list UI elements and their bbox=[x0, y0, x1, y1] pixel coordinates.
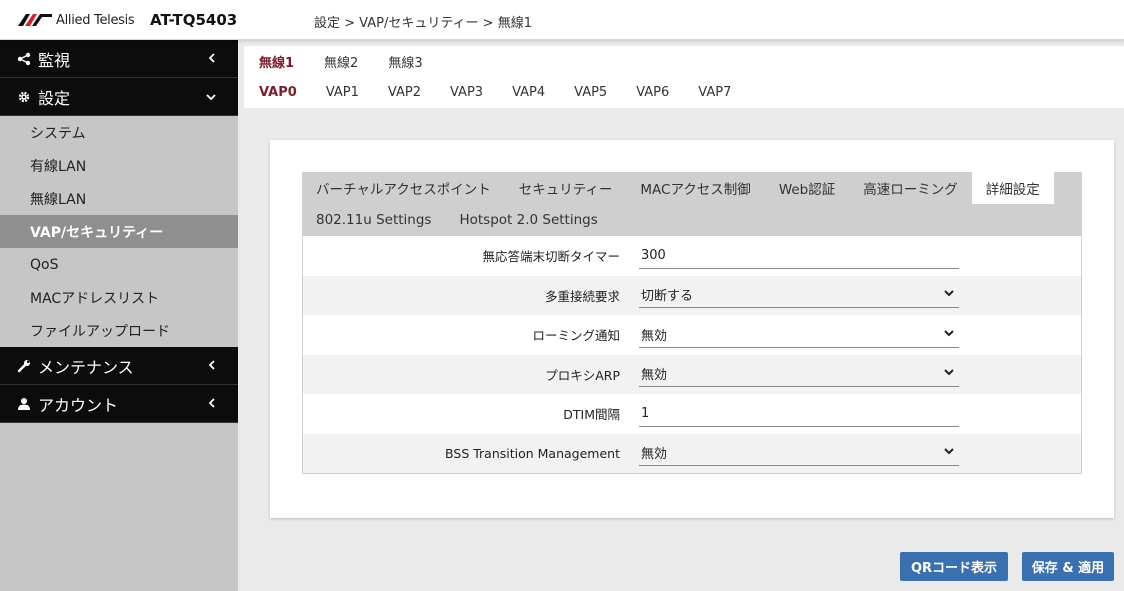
form-row-dtim-interval: DTIM間隔 1 bbox=[303, 394, 1081, 434]
tab-hotspot20-settings[interactable]: Hotspot 2.0 Settings bbox=[445, 204, 611, 236]
roaming-notify-select[interactable]: 無効 bbox=[639, 322, 959, 348]
chevron-left-icon bbox=[208, 359, 216, 373]
allied-telesis-logo-icon bbox=[18, 14, 52, 26]
wrench-icon bbox=[16, 359, 32, 373]
radio-vap-tabs: 無線1 無線2 無線3 VAP0 VAP1 VAP2 VAP3 VAP4 VAP… bbox=[244, 46, 1124, 108]
chevron-down-icon bbox=[206, 90, 216, 104]
brand-logo: Allied Telesis bbox=[18, 12, 135, 28]
tab-vap3[interactable]: VAP3 bbox=[435, 77, 497, 108]
gear-icon bbox=[16, 90, 32, 104]
user-icon bbox=[16, 397, 32, 411]
sidebar: 監視 設定 システム 有線LAN 無線LAN VAP/セキュリティー QoS M… bbox=[0, 40, 238, 591]
chevron-left-icon bbox=[208, 52, 216, 66]
sidebar-item-wireless-lan[interactable]: 無線LAN bbox=[0, 182, 238, 215]
bss-transition-select[interactable]: 無効 bbox=[639, 440, 959, 467]
sidebar-section-monitor[interactable]: 監視 bbox=[0, 40, 238, 78]
tab-radio-3[interactable]: 無線3 bbox=[373, 46, 437, 77]
chevron-left-icon bbox=[208, 397, 216, 411]
tab-fast-roaming[interactable]: 高速ローミング bbox=[849, 172, 972, 204]
app-header: Allied Telesis AT-TQ5403 設定 > VAP/セキュリティ… bbox=[0, 0, 1124, 40]
tab-radio-2[interactable]: 無線2 bbox=[309, 46, 373, 77]
tab-vap0[interactable]: VAP0 bbox=[244, 77, 311, 108]
select-value: 無効 bbox=[641, 447, 668, 463]
brand-name: Allied Telesis bbox=[56, 12, 135, 28]
tab-80211u-settings[interactable]: 802.11u Settings bbox=[302, 204, 445, 236]
form-row-multiple-connection: 多重接続要求 切断する bbox=[303, 275, 1081, 315]
sidebar-section-account[interactable]: アカウント bbox=[0, 385, 238, 423]
advanced-settings-form: 無応答端末切断タイマー 300 多重接続要求 切断する ローミング通知 無効 プ… bbox=[302, 236, 1082, 474]
settings-tabs: バーチャルアクセスポイント セキュリティー MACアクセス制御 Web認証 高速… bbox=[302, 172, 1082, 236]
device-model: AT-TQ5403 bbox=[150, 11, 238, 29]
field-label: プロキシARP bbox=[545, 367, 620, 383]
save-apply-button[interactable]: 保存 & 適用 bbox=[1022, 552, 1114, 581]
sidebar-item-qos[interactable]: QoS bbox=[0, 248, 238, 281]
sidebar-section-label: 設定 bbox=[38, 88, 71, 108]
tab-vap1[interactable]: VAP1 bbox=[311, 77, 373, 108]
sidebar-item-file-upload[interactable]: ファイルアップロード bbox=[0, 314, 238, 347]
chevron-down-icon bbox=[943, 287, 955, 303]
sidebar-section-maintenance[interactable]: メンテナンス bbox=[0, 347, 238, 385]
field-label: 無応答端末切断タイマー bbox=[482, 249, 620, 265]
select-value: 切断する bbox=[641, 289, 694, 305]
multiple-connection-select[interactable]: 切断する bbox=[639, 282, 959, 309]
field-label: ローミング通知 bbox=[532, 328, 620, 344]
qr-code-button[interactable]: QRコード表示 bbox=[900, 552, 1008, 581]
tab-vap7[interactable]: VAP7 bbox=[683, 77, 745, 108]
sidebar-item-system[interactable]: システム bbox=[0, 116, 238, 149]
tab-vap5[interactable]: VAP5 bbox=[559, 77, 621, 108]
field-label: BSS Transition Management bbox=[445, 445, 620, 461]
chevron-down-icon bbox=[943, 366, 955, 382]
tab-vap6[interactable]: VAP6 bbox=[621, 77, 683, 108]
dtim-interval-input[interactable]: 1 bbox=[639, 401, 959, 427]
settings-panel: バーチャルアクセスポイント セキュリティー MACアクセス制御 Web認証 高速… bbox=[270, 140, 1114, 518]
form-row-proxy-arp: プロキシARP 無効 bbox=[303, 354, 1081, 394]
tab-radio-1[interactable]: 無線1 bbox=[244, 46, 309, 77]
sidebar-section-label: アカウント bbox=[38, 395, 119, 415]
radio-tab-row: 無線1 無線2 無線3 bbox=[244, 46, 1124, 77]
chevron-down-icon bbox=[943, 327, 955, 343]
share-icon bbox=[16, 52, 32, 66]
sidebar-section-settings[interactable]: 設定 bbox=[0, 78, 238, 116]
settings-tab-row-2: 802.11u Settings Hotspot 2.0 Settings bbox=[302, 204, 1082, 236]
select-value: 無効 bbox=[641, 368, 668, 384]
vap-tab-row: VAP0 VAP1 VAP2 VAP3 VAP4 VAP5 VAP6 VAP7 bbox=[244, 77, 1124, 108]
sidebar-item-mac-address-list[interactable]: MACアドレスリスト bbox=[0, 281, 238, 314]
tab-vap2[interactable]: VAP2 bbox=[373, 77, 435, 108]
sidebar-section-label: メンテナンス bbox=[38, 357, 134, 377]
tab-security[interactable]: セキュリティー bbox=[505, 172, 627, 204]
proxy-arp-select[interactable]: 無効 bbox=[639, 361, 959, 388]
tab-vap4[interactable]: VAP4 bbox=[497, 77, 559, 108]
tab-advanced-settings[interactable]: 詳細設定 bbox=[971, 172, 1054, 204]
tab-virtual-access-point[interactable]: バーチャルアクセスポイント bbox=[302, 172, 505, 204]
form-row-idle-timeout: 無応答端末切断タイマー 300 bbox=[303, 236, 1081, 276]
select-value: 無効 bbox=[641, 328, 668, 344]
sidebar-section-label: 監視 bbox=[38, 50, 71, 70]
tab-web-auth[interactable]: Web認証 bbox=[765, 172, 849, 204]
chevron-down-icon bbox=[943, 445, 955, 461]
field-label: DTIM間隔 bbox=[563, 407, 620, 423]
field-label: 多重接続要求 bbox=[544, 288, 620, 304]
tab-mac-access-control[interactable]: MACアクセス制御 bbox=[626, 172, 764, 204]
form-row-bss-transition: BSS Transition Management 無効 bbox=[303, 433, 1081, 473]
settings-tab-row-1: バーチャルアクセスポイント セキュリティー MACアクセス制御 Web認証 高速… bbox=[302, 172, 1082, 204]
idle-timeout-input[interactable]: 300 bbox=[639, 243, 959, 269]
form-row-roaming-notify: ローミング通知 無効 bbox=[303, 315, 1081, 355]
sidebar-item-vap-security[interactable]: VAP/セキュリティー bbox=[0, 215, 238, 248]
sidebar-item-wired-lan[interactable]: 有線LAN bbox=[0, 149, 238, 182]
breadcrumb: 設定 > VAP/セキュリティー > 無線1 bbox=[314, 16, 532, 31]
